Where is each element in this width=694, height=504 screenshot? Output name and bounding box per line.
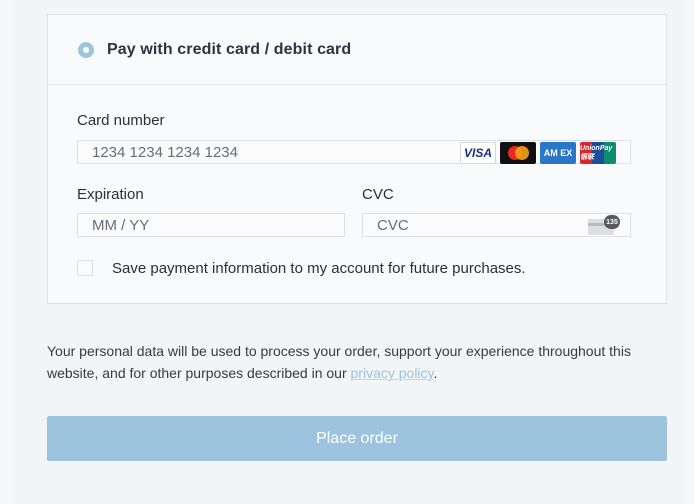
payment-method-label: Pay with credit card / debit card: [107, 40, 352, 58]
expiration-input[interactable]: MM / YY: [77, 213, 345, 237]
radio-selected-icon[interactable]: [78, 41, 94, 58]
cvc-card-icon: 135: [588, 215, 620, 235]
card-number-placeholder: 1234 1234 1234 1234: [92, 143, 238, 161]
card-brand-logos: VISA AM EX UnionPay 银联: [460, 141, 616, 165]
cvc-badge: 135: [604, 215, 620, 229]
cvc-placeholder: CVC: [377, 216, 409, 234]
payment-method-box: Pay with credit card / debit card Card n…: [47, 14, 667, 304]
expiration-label: Expiration: [77, 186, 144, 203]
save-payment-checkbox[interactable]: [77, 260, 93, 276]
payment-method-option[interactable]: Pay with credit card / debit card: [48, 15, 666, 85]
privacy-notice: Your personal data will be used to proce…: [47, 340, 667, 384]
expiration-placeholder: MM / YY: [92, 216, 150, 234]
save-payment-label: Save payment information to my account f…: [112, 260, 526, 277]
privacy-text-before: Your personal data will be used to proce…: [47, 343, 631, 381]
cvc-input[interactable]: CVC 135: [362, 213, 631, 237]
visa-logo-icon: VISA: [460, 142, 496, 164]
amex-logo-icon: AM EX: [540, 142, 576, 164]
privacy-text-after: .: [433, 365, 438, 381]
card-form: Card number 1234 1234 1234 1234 VISA AM …: [48, 85, 666, 304]
checkout-page: Pay with credit card / debit card Card n…: [0, 0, 694, 504]
privacy-policy-link[interactable]: privacy policy: [351, 365, 434, 381]
mastercard-logo-icon: [500, 142, 536, 164]
card-number-input[interactable]: 1234 1234 1234 1234 VISA AM EX UnionPay …: [77, 140, 631, 164]
place-order-button[interactable]: Place order: [47, 416, 667, 461]
unionpay-logo-icon: UnionPay 银联: [580, 142, 616, 164]
card-number-label: Card number: [77, 112, 165, 129]
cvc-label: CVC: [362, 186, 394, 203]
